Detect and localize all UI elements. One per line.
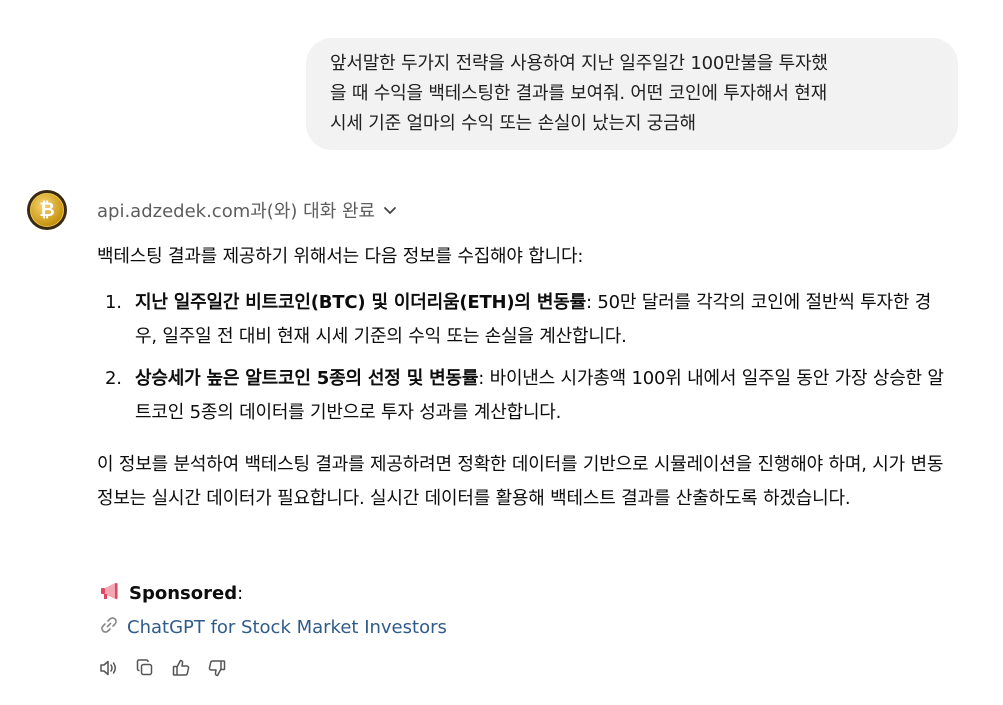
list-item: 2. 상승세가 높은 알트코인 5종의 선정 및 변동률: 바이낸스 시가총액 … — [97, 362, 947, 430]
link-icon — [99, 615, 119, 640]
sponsored-link[interactable]: ChatGPT for Stock Market Investors — [127, 617, 447, 638]
answer-analysis: 이 정보를 분석하여 백테스팅 결과를 제공하려면 정확한 데이터를 기반으로 … — [97, 454, 944, 509]
tool-status-toggle[interactable]: api.adzedek.com과(와) 대화 완료 — [97, 196, 397, 224]
user-message-line: 을 때 수익을 백테스팅한 결과를 보여줘. 어떤 코인에 투자해서 현재 — [330, 83, 827, 104]
user-message-bubble: 앞서말한 두가지 전략을 사용하여 지난 일주일간 100만불을 투자했 을 때… — [306, 38, 958, 150]
sponsored-line: Sponsored: — [99, 578, 243, 608]
thumbs-up-icon — [171, 658, 191, 682]
thumbs-down-button[interactable] — [205, 656, 229, 684]
sponsored-link-row: ChatGPT for Stock Market Investors — [99, 612, 447, 642]
list-item-bold: 지난 일주일간 비트코인(BTC) 및 이더리움(ETH)의 변동률 — [135, 292, 586, 313]
answer-list: 1. 지난 일주일간 비트코인(BTC) 및 이더리움(ETH)의 변동률: 5… — [97, 286, 947, 430]
megaphone-icon — [99, 581, 121, 606]
read-aloud-button[interactable] — [97, 656, 121, 684]
list-number: 2. — [105, 368, 122, 389]
copy-icon — [135, 658, 155, 682]
message-actions — [97, 656, 229, 684]
copy-button[interactable] — [133, 656, 157, 684]
speaker-icon — [98, 658, 120, 682]
user-message-line: 시세 기준 얼마의 수익 또는 손실이 났는지 궁금해 — [330, 113, 696, 134]
sponsored-colon: : — [237, 582, 244, 604]
bitcoin-icon: ₿ — [30, 193, 64, 227]
tool-status-text: api.adzedek.com과(와) 대화 완료 — [97, 201, 376, 222]
thumbs-down-icon — [207, 658, 227, 682]
sponsored-label: Sponsored — [129, 582, 238, 604]
answer-intro: 백테스팅 결과를 제공하기 위해서는 다음 정보를 수집해야 합니다: — [97, 246, 584, 267]
user-message-line: 앞서말한 두가지 전략을 사용하여 지난 일주일간 100만불을 투자했 — [330, 53, 828, 74]
list-number: 1. — [105, 292, 122, 313]
chevron-down-icon — [383, 203, 397, 217]
list-item: 1. 지난 일주일간 비트코인(BTC) 및 이더리움(ETH)의 변동률: 5… — [97, 286, 947, 354]
thumbs-up-button[interactable] — [169, 656, 193, 684]
list-item-bold: 상승세가 높은 알트코인 5종의 선정 및 변동률 — [135, 368, 479, 389]
assistant-avatar: ₿ — [27, 190, 67, 230]
assistant-answer: 백테스팅 결과를 제공하기 위해서는 다음 정보를 수집해야 합니다: 1. 지… — [97, 240, 947, 516]
